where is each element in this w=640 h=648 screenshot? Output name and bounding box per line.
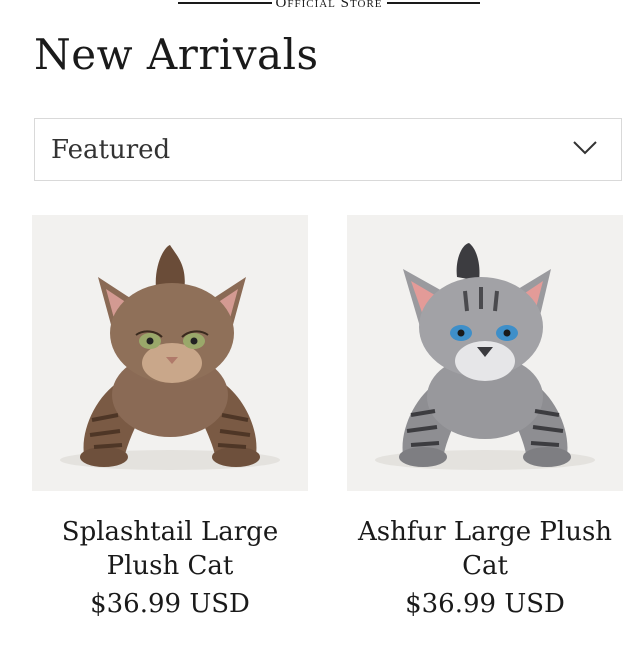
page-title: New Arrivals — [34, 30, 319, 79]
plush-cat-image — [375, 243, 595, 470]
product-image[interactable] — [32, 215, 308, 491]
store-banner: Official Store — [178, 0, 481, 12]
banner-rule-left — [178, 2, 272, 4]
product-price: $36.99 USD — [405, 589, 565, 619]
sort-selected-value: Featured — [51, 134, 171, 165]
store-label: Official Store — [275, 0, 383, 11]
plush-cat-image — [60, 245, 280, 470]
product-price: $36.99 USD — [90, 589, 250, 619]
chevron-down-icon — [573, 140, 597, 159]
product-card-splashtail[interactable]: Splashtail Large Plush Cat $36.99 USD — [32, 215, 308, 621]
product-name[interactable]: Splashtail Large Plush Cat — [32, 515, 308, 583]
product-image[interactable] — [347, 215, 623, 491]
product-card-ashfur[interactable]: Ashfur Large Plush Cat $36.99 USD — [347, 215, 623, 621]
product-name[interactable]: Ashfur Large Plush Cat — [335, 515, 635, 583]
banner-rule-right — [386, 2, 481, 4]
sort-dropdown[interactable]: Featured — [34, 118, 622, 181]
